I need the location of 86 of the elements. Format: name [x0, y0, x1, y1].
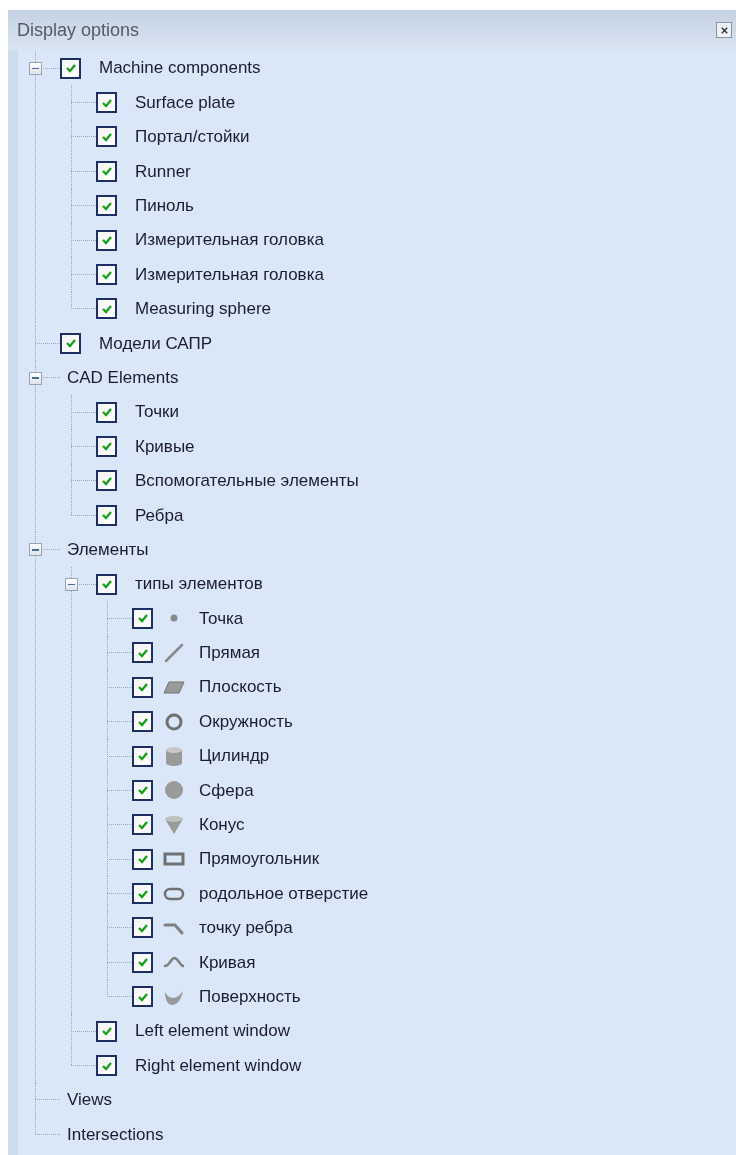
tree-item-label[interactable]: Views — [67, 1087, 113, 1113]
tree-item-label[interactable]: типы элементов — [135, 571, 263, 597]
check-icon — [136, 681, 149, 694]
close-icon — [719, 25, 729, 35]
tree-item-label[interactable]: CAD Elements — [67, 364, 179, 391]
check-icon — [64, 337, 77, 350]
checkbox[interactable] — [132, 607, 153, 629]
checkbox[interactable] — [96, 264, 117, 286]
checkbox[interactable] — [132, 986, 153, 1008]
checkbox[interactable] — [96, 573, 117, 595]
collapse-toggle[interactable] — [29, 543, 42, 557]
checkbox[interactable] — [96, 126, 117, 148]
tree-item-label[interactable]: Измерительная головка — [135, 227, 324, 253]
check-icon — [100, 509, 113, 522]
cylinder-icon — [163, 745, 185, 767]
checkbox[interactable] — [60, 332, 81, 354]
tree-item-label[interactable]: Кривые — [135, 433, 195, 460]
checkbox[interactable] — [96, 195, 117, 217]
checkbox[interactable] — [96, 504, 117, 526]
panel-title: Display options — [17, 18, 140, 42]
tree-item-label[interactable]: Intersections — [67, 1121, 164, 1148]
tree-item-label[interactable]: Модели САПР — [99, 330, 212, 357]
tree-item-label[interactable]: Left element window — [135, 1018, 290, 1044]
check-icon — [136, 853, 149, 866]
close-button[interactable] — [716, 22, 732, 38]
check-icon — [136, 784, 149, 797]
tree-item-label[interactable]: Окружность — [199, 708, 293, 735]
checkbox[interactable] — [132, 883, 153, 905]
checkbox[interactable] — [96, 470, 117, 492]
check-icon — [100, 578, 113, 591]
tree-item-label[interactable]: Элементы — [67, 536, 149, 563]
check-icon — [100, 234, 113, 247]
checkbox[interactable] — [96, 436, 117, 457]
collapse-toggle[interactable] — [65, 577, 78, 591]
check-icon — [136, 750, 149, 762]
tree-item-label[interactable]: Конус — [199, 812, 245, 838]
tree-item-label[interactable]: Прямая — [199, 640, 261, 666]
checkbox[interactable] — [60, 57, 81, 79]
cone-icon — [163, 813, 185, 836]
check-icon — [100, 406, 113, 419]
checkbox[interactable] — [132, 779, 153, 801]
collapse-toggle[interactable] — [29, 371, 42, 385]
tree-item-label[interactable]: Точки — [135, 399, 179, 425]
tree-item-label[interactable]: Прямоугольник — [199, 846, 320, 872]
tree-item-label[interactable]: Runner — [135, 158, 191, 185]
check-icon — [100, 165, 113, 178]
tree-item-label[interactable]: Machine components — [99, 55, 261, 81]
checkbox[interactable] — [132, 642, 153, 664]
checkbox[interactable] — [96, 160, 117, 182]
tree-item-label[interactable]: Ребра — [135, 502, 184, 528]
checkbox[interactable] — [132, 676, 153, 698]
check-icon — [100, 440, 113, 453]
checkbox[interactable] — [96, 298, 117, 320]
checkbox[interactable] — [96, 1020, 117, 1042]
tree-item-label[interactable]: Пиноль — [135, 193, 194, 219]
tree-item-label[interactable]: Поверхность — [199, 984, 301, 1010]
tree-item-label[interactable]: Портал/стойки — [135, 124, 250, 150]
line-icon — [163, 641, 185, 664]
tree-item-label[interactable]: Точка — [199, 605, 244, 632]
tree-item-label[interactable]: Вспомогательные элементы — [135, 468, 359, 494]
checkbox[interactable] — [96, 92, 117, 114]
checkbox[interactable] — [132, 814, 153, 836]
tree-item-label[interactable]: Цилиндр — [199, 743, 270, 769]
checkbox[interactable] — [132, 917, 153, 939]
checkbox[interactable] — [96, 229, 117, 251]
sphere-icon — [163, 779, 185, 802]
check-icon — [100, 1025, 113, 1038]
checkbox[interactable] — [96, 1055, 117, 1076]
checkbox[interactable] — [132, 745, 153, 767]
checkbox[interactable] — [132, 951, 153, 973]
tree-item-label[interactable]: Surface plate — [135, 89, 236, 116]
check-icon — [136, 612, 149, 625]
checkbox[interactable] — [132, 848, 153, 870]
tree-item-label[interactable]: Плоскость — [199, 674, 282, 700]
check-icon — [136, 956, 149, 969]
tree-item-label[interactable]: Кривая — [199, 949, 256, 976]
check-icon — [64, 62, 77, 75]
checkbox[interactable] — [96, 401, 117, 423]
tree-item-label[interactable]: Right element window — [135, 1052, 302, 1079]
tree-item-label[interactable]: Сфера — [199, 777, 254, 804]
checkbox[interactable] — [132, 711, 153, 733]
tree-item-label[interactable]: точку ребра — [199, 915, 293, 941]
tree-item-label[interactable]: Measuring sphere — [135, 296, 272, 322]
collapse-toggle[interactable] — [29, 62, 42, 75]
tree-item-label[interactable]: Измерительная головка — [135, 261, 324, 288]
tree-item-label[interactable]: родольное отверстие — [199, 880, 369, 907]
